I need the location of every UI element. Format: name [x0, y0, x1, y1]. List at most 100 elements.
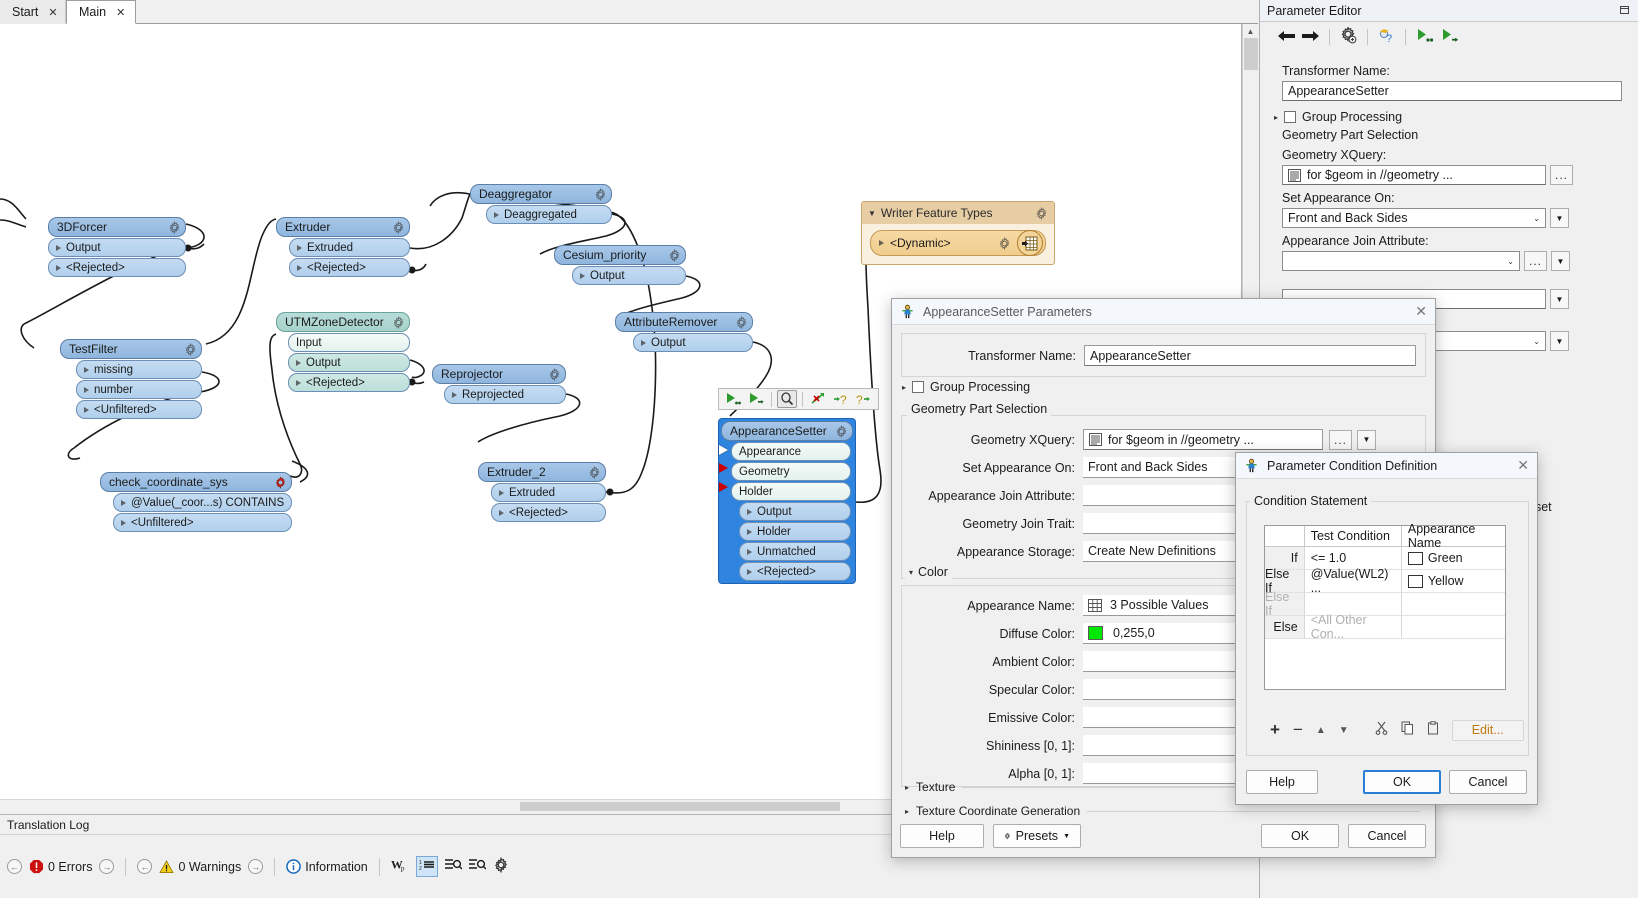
port-input[interactable]: Input — [288, 333, 410, 352]
pe-group-processing-checkbox[interactable] — [1284, 111, 1297, 123]
port-value-contains[interactable]: @Value(_coor...s) CONTAINS — [113, 493, 292, 512]
port-output[interactable]: Output — [572, 266, 686, 285]
collapse-caret-icon[interactable]: ▼ — [868, 209, 876, 218]
gear-icon-red[interactable] — [274, 475, 287, 489]
port-rejected[interactable]: <Rejected> — [491, 503, 606, 522]
condition-dialog-left-buttons[interactable]: Help — [1246, 770, 1318, 794]
writer-dataset-icon[interactable] — [1017, 230, 1043, 256]
expand-caret-icon[interactable]: ▸ — [1274, 113, 1278, 122]
port-geometry[interactable]: Geometry — [731, 462, 851, 481]
port-unmatched[interactable]: Unmatched — [739, 542, 851, 561]
canvas-vscroll-thumb[interactable] — [1244, 38, 1258, 70]
copy-icon[interactable] — [1401, 721, 1414, 739]
port-rejected[interactable]: <Rejected> — [288, 373, 410, 392]
condition-dialog-title-bar[interactable]: Parameter Condition Definition ✕ — [1236, 453, 1537, 479]
pe-set-appearance-on-field[interactable]: Front and Back Sides ⌄ ▼ — [1282, 208, 1638, 228]
port-rejected[interactable]: <Rejected> — [739, 562, 851, 581]
remove-icon[interactable]: − — [1293, 720, 1303, 740]
port-holder-out[interactable]: Holder — [739, 522, 851, 541]
breakpoint-icon[interactable] — [808, 390, 828, 408]
node-cesium-priority[interactable]: Cesium_priority Output — [554, 245, 686, 285]
expand-caret-icon[interactable]: ▸ — [905, 807, 909, 816]
diffuse-color-swatch[interactable] — [1088, 626, 1103, 640]
pe-row2-dropdown-button[interactable]: ▼ — [1550, 331, 1569, 351]
settings-icon[interactable] — [1340, 25, 1357, 47]
run-from-this-icon[interactable] — [746, 390, 766, 408]
port-holder-in[interactable]: Holder — [731, 482, 851, 501]
information-indicator[interactable]: Information — [286, 859, 368, 874]
port-reprojected[interactable]: Reprojected — [444, 385, 566, 404]
gear-icon[interactable] — [735, 315, 748, 329]
appearancesetter-dialog-title-bar[interactable]: AppearanceSetter Parameters ✕ — [892, 299, 1435, 325]
chevron-down-icon[interactable]: ▼ — [1063, 833, 1070, 840]
pe-appearance-join-attribute-more-button[interactable]: ... — [1524, 251, 1547, 271]
log-list-icon[interactable]: 12 — [415, 856, 438, 877]
writer-feature-types-header[interactable]: ▼ Writer Feature Types — [862, 202, 1054, 224]
color-section-header[interactable]: ▾ Color — [905, 565, 952, 579]
writer-feature-type-dynamic[interactable]: <Dynamic> — [870, 230, 1046, 256]
pe-group-processing-row[interactable]: ▸ Group Processing — [1274, 110, 1638, 124]
scroll-up-icon[interactable]: ▲ — [1243, 24, 1258, 38]
run-to-this-icon[interactable] — [1416, 28, 1434, 46]
gear-icon[interactable] — [668, 248, 681, 262]
condition-row-test[interactable]: @Value(WL2) ... — [1304, 567, 1402, 595]
node-extruder-2[interactable]: Extruder_2 Extruded <Rejected> — [478, 462, 606, 522]
dlg-transformer-name-row[interactable]: Transformer Name: AppearanceSetter — [902, 345, 1420, 366]
gear-icon[interactable] — [594, 187, 607, 201]
node-3dforcer[interactable]: 3DForcer Output <Rejected> — [48, 217, 186, 277]
node-reprojector-header[interactable]: Reprojector — [432, 364, 566, 384]
run-from-this-icon[interactable] — [1441, 28, 1459, 46]
expand-caret-icon[interactable]: ▸ — [905, 783, 909, 792]
help-icon[interactable]: ? — [1378, 27, 1395, 47]
back-arrow-icon[interactable] — [1278, 29, 1295, 46]
add-question-icon[interactable]: ? — [831, 390, 851, 408]
tab-main-close-icon[interactable]: ✕ — [116, 6, 125, 19]
chevron-down-icon[interactable]: ⌄ — [1507, 257, 1514, 266]
close-icon[interactable]: ✕ — [1517, 457, 1529, 474]
gear-icon[interactable] — [588, 465, 601, 479]
port-unfiltered[interactable]: <Unfiltered> — [113, 513, 292, 532]
tab-start[interactable]: Start ✕ — [0, 0, 66, 24]
node-attributeremover[interactable]: AttributeRemover Output — [615, 312, 753, 352]
condition-cancel-button[interactable]: Cancel — [1449, 770, 1527, 794]
chevron-down-icon[interactable]: ⌄ — [1533, 337, 1540, 346]
pe-geometry-xquery-more-button[interactable]: ... — [1550, 165, 1573, 185]
gear-icon[interactable] — [168, 220, 181, 234]
gear-icon[interactable] — [392, 220, 405, 234]
node-appearancesetter[interactable]: AppearanceSetter Appearance Geometry Hol… — [718, 418, 856, 584]
dlg-group-processing-row[interactable]: ▸ Group Processing — [902, 380, 1030, 394]
undock-icon[interactable] — [1618, 3, 1631, 19]
node-testfilter-header[interactable]: TestFilter — [60, 339, 202, 359]
node-check-coordinate-sys[interactable]: check_coordinate_sys @Value(_coor...s) C… — [100, 472, 292, 532]
pe-appearance-join-attribute-dropdown-button[interactable]: ▼ — [1551, 251, 1570, 271]
canvas-hscroll-thumb[interactable] — [520, 802, 840, 811]
inspect-icon[interactable] — [777, 390, 797, 408]
port-missing[interactable]: missing — [76, 360, 202, 379]
port-output[interactable]: Output — [288, 353, 410, 372]
port-extruded[interactable]: Extruded — [491, 483, 606, 502]
edit-button[interactable]: Edit... — [1451, 719, 1524, 741]
cut-icon[interactable] — [1375, 721, 1388, 739]
errors-indicator[interactable]: 0 Errors — [29, 859, 92, 874]
port-output[interactable]: Output — [739, 502, 851, 521]
warnings-indicator[interactable]: 0 Warnings — [159, 860, 241, 874]
parameter-condition-definition-dialog[interactable]: Parameter Condition Definition ✕ Conditi… — [1235, 452, 1538, 805]
paste-icon[interactable] — [1427, 721, 1439, 739]
node-utmzonedetector[interactable]: UTMZoneDetector Input Output <Rejected> — [276, 312, 410, 392]
condition-row-appearance[interactable] — [1401, 593, 1505, 616]
ok-button[interactable]: OK — [1261, 824, 1339, 848]
port-rejected[interactable]: <Rejected> — [48, 258, 186, 277]
port-unfiltered[interactable]: <Unfiltered> — [76, 400, 202, 419]
dlg-geometry-xquery-row[interactable]: Geometry XQuery: for $geom in //geometry… — [901, 429, 1426, 450]
node-extruder-header[interactable]: Extruder — [276, 217, 410, 237]
port-extruded[interactable]: Extruded — [289, 238, 410, 257]
gear-icon[interactable] — [392, 315, 405, 329]
port-number[interactable]: number — [76, 380, 202, 399]
table-row[interactable]: Else If @Value(WL2) ... Yellow — [1265, 567, 1505, 595]
condition-table-toolbar[interactable]: + − ▲ ▼ Edit... — [1256, 717, 1524, 743]
texture-coordinate-generation-header[interactable]: ▸ Texture Coordinate Generation — [905, 804, 1420, 818]
node-extruder-2-header[interactable]: Extruder_2 — [478, 462, 606, 482]
pe-set-appearance-on-dropdown-button[interactable]: ▼ — [1550, 208, 1569, 228]
dlg-geometry-xquery-input[interactable]: for $geom in //geometry ... — [1083, 429, 1323, 450]
tab-main[interactable]: Main ✕ — [66, 0, 136, 24]
